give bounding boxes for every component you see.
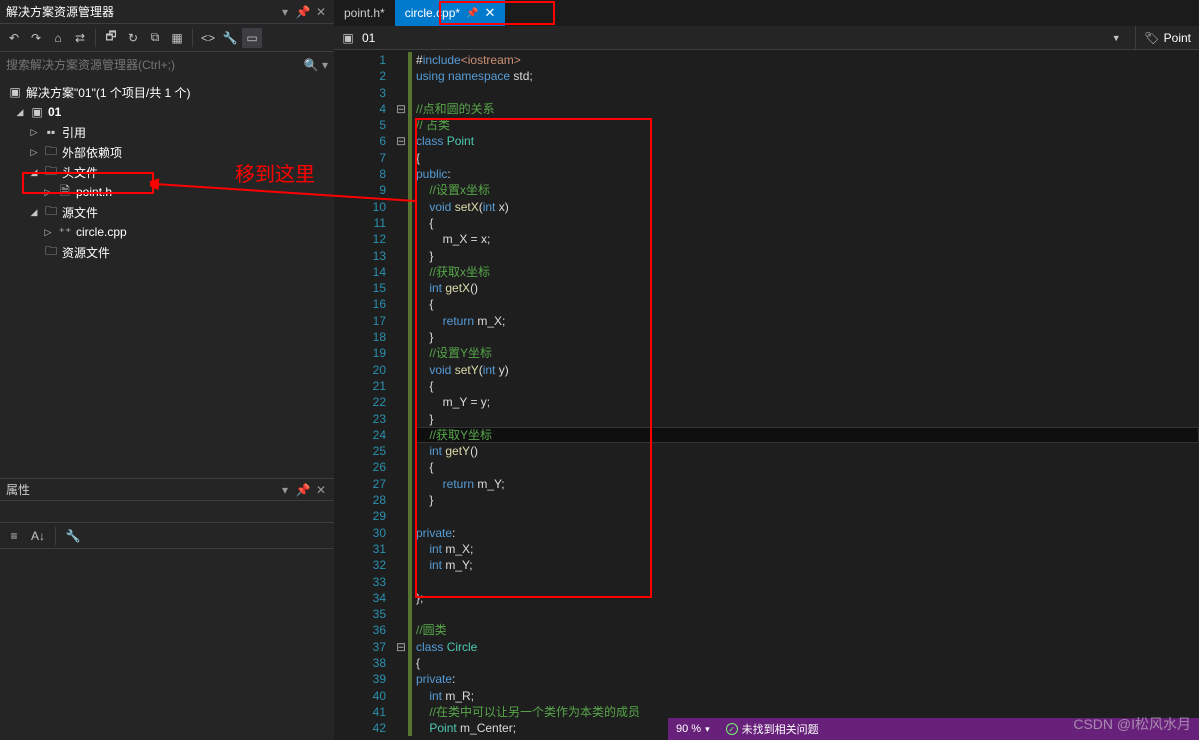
line-number-gutter: 1234567891011121314151617181920212223242… (334, 50, 394, 740)
chevron-down-icon[interactable]: ▼ (1112, 33, 1121, 43)
project-icon: ▣ (29, 104, 45, 120)
search-input[interactable] (6, 58, 304, 72)
switch-view-icon[interactable]: 🗗 (101, 28, 121, 48)
scope-selector[interactable]: 01 (362, 31, 375, 45)
resources-folder-node[interactable]: 🗀 资源文件 (0, 242, 334, 262)
header-file-icon: 🗎 (57, 184, 73, 200)
show-all-icon[interactable]: ▦ (167, 28, 187, 48)
code-content[interactable]: #include<iostream>using namespace std; /… (412, 50, 1199, 740)
dropdown-icon[interactable]: ▾ (278, 5, 292, 19)
editor-area: point.h* circle.cpp* 📌 ✕ ▣ 01 ▼ 🏷 Point … (334, 0, 1199, 740)
dropdown-icon[interactable]: ▾ (278, 483, 292, 497)
properties-icon[interactable]: 🔧 (220, 28, 240, 48)
class-icon: 🏷 (1144, 30, 1160, 46)
solution-icon: ▣ (7, 84, 23, 100)
editor-tabs: point.h* circle.cpp* 📌 ✕ (334, 0, 1199, 26)
alphabetical-icon[interactable]: A↓ (28, 526, 48, 546)
folder-icon: 🗀 (43, 204, 59, 220)
properties-title: 属性 (6, 481, 30, 498)
solution-node[interactable]: ▣ 解决方案"01"(1 个项目/共 1 个) (0, 82, 334, 102)
fold-column: ⊟⊟⊟ (394, 50, 408, 740)
check-icon: ✓ (726, 723, 738, 735)
collapsed-arrow-icon[interactable]: ▷ (28, 146, 40, 158)
properties-toolbar: ≡ A↓ 🔧 (0, 523, 334, 549)
properties-panel: 属性 ▾ 📌 ✕ ≡ A↓ 🔧 (0, 478, 334, 740)
solution-explorer-search: 🔍 ▾ (0, 52, 334, 78)
close-icon[interactable]: ✕ (314, 5, 328, 19)
folder-icon: 🗀 (43, 144, 59, 160)
refresh-icon[interactable]: ↻ (123, 28, 143, 48)
tab-circle-cpp[interactable]: circle.cpp* 📌 ✕ (395, 0, 506, 26)
search-icon[interactable]: 🔍 ▾ (304, 58, 328, 72)
solution-explorer-toolbar: ↶ ↷ ⌂ ⇄ 🗗 ↻ ⧉ ▦ <> 🔧 ▭ (0, 24, 334, 52)
wrench-icon[interactable]: 🔧 (63, 526, 83, 546)
class-selector[interactable]: Point (1164, 31, 1191, 45)
project-node[interactable]: ◢ ▣ 01 (0, 102, 334, 122)
references-node[interactable]: ▷ ▪▪ 引用 (0, 122, 334, 142)
folder-icon: 🗀 (43, 164, 59, 180)
expand-arrow-icon[interactable]: ◢ (28, 166, 40, 178)
properties-header: 属性 ▾ 📌 ✕ (0, 479, 334, 501)
project-icon: ▣ (340, 30, 356, 46)
tab-point-h[interactable]: point.h* (334, 0, 395, 26)
cpp-file-icon: ⁺⁺ (57, 224, 73, 240)
solution-explorer-title: 解决方案资源管理器 (6, 3, 114, 20)
expand-arrow-icon[interactable]: ◢ (28, 206, 40, 218)
close-icon[interactable]: ✕ (314, 483, 328, 497)
annotation-label: 移到这里 (235, 158, 315, 187)
sources-folder-node[interactable]: ◢ 🗀 源文件 (0, 202, 334, 222)
collapsed-arrow-icon[interactable]: ▷ (42, 186, 54, 198)
collapsed-arrow-icon[interactable]: ▷ (28, 126, 40, 138)
folder-icon: 🗀 (43, 244, 59, 260)
pin-icon[interactable]: 📌 (466, 8, 478, 19)
circle-cpp-file-node[interactable]: ▷ ⁺⁺ circle.cpp (0, 222, 334, 242)
pin-icon[interactable]: 📌 (296, 483, 310, 497)
collapsed-arrow-icon[interactable]: ▷ (42, 226, 54, 238)
navigation-bar: ▣ 01 ▼ 🏷 Point (334, 26, 1199, 50)
watermark: CSDN @I松风水月 (1073, 714, 1191, 734)
issues-status[interactable]: ✓ 未找到相关问题 (726, 721, 819, 737)
close-icon[interactable]: ✕ (485, 5, 496, 21)
pin-icon[interactable]: 📌 (296, 5, 310, 19)
expand-arrow-icon[interactable]: ◢ (14, 106, 26, 118)
preview-icon[interactable]: ▭ (242, 28, 262, 48)
code-editor[interactable]: 1234567891011121314151617181920212223242… (334, 50, 1199, 740)
forward-icon[interactable]: ↷ (26, 28, 46, 48)
solution-explorer-header: 解决方案资源管理器 ▾ 📌 ✕ (0, 0, 334, 24)
back-icon[interactable]: ↶ (4, 28, 24, 48)
home-icon[interactable]: ⌂ (48, 28, 68, 48)
sync-icon[interactable]: ⇄ (70, 28, 90, 48)
code-icon[interactable]: <> (198, 28, 218, 48)
collapse-icon[interactable]: ⧉ (145, 28, 165, 48)
references-icon: ▪▪ (43, 124, 59, 140)
categorize-icon[interactable]: ≡ (4, 526, 24, 546)
zoom-level[interactable]: 90 % ▾ (676, 723, 710, 735)
